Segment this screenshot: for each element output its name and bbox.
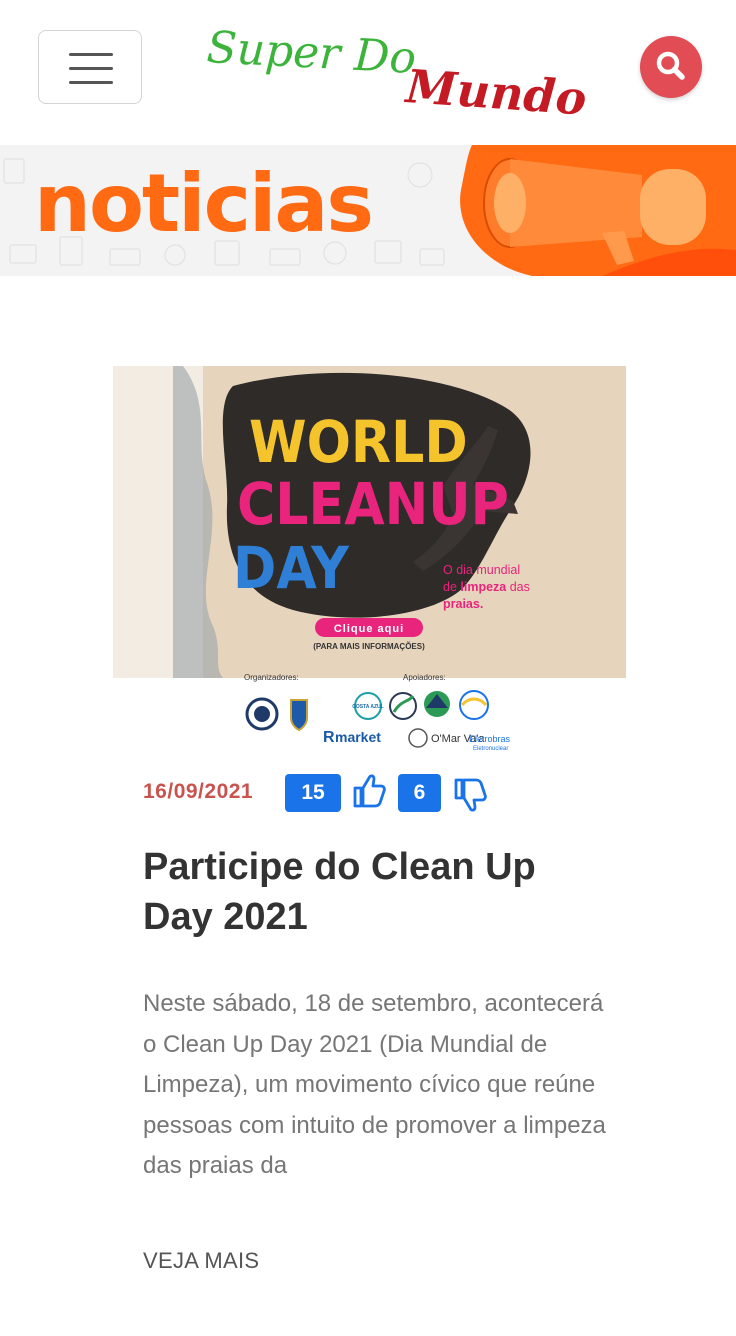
organizers-label: Organizadores: [244, 673, 299, 682]
image-subtitle-2: de limpeza das [443, 580, 530, 594]
article-title[interactable]: Participe do Clean Up Day 2021 [143, 842, 613, 942]
search-icon [656, 51, 685, 80]
article-date: 16/09/2021 [143, 780, 254, 803]
supporters-label: Apoiadores: [403, 673, 446, 682]
image-cta-sub: (PARA MAIS INFORMAÇÕES) [313, 642, 425, 651]
hamburger-icon [69, 53, 113, 56]
like-count: 15 [285, 774, 341, 812]
article-image[interactable]: WORLD CLEANUP DAY O dia mundial de limpe… [113, 366, 626, 756]
thumbs-up-icon[interactable] [352, 772, 386, 810]
hamburger-icon-line [69, 67, 113, 70]
site-logo[interactable]: Super Do Mundo [200, 14, 590, 124]
svg-text:Eletrobras: Eletrobras [469, 734, 511, 744]
image-headline-1: WORLD [249, 408, 468, 476]
article-excerpt: Neste sábado, 18 de setembro, acontecerá… [143, 990, 606, 1179]
read-more-link[interactable]: VEJA MAIS [143, 1248, 259, 1274]
dislike-count: 6 [398, 774, 441, 812]
svg-text:market: market [335, 729, 381, 745]
image-cta-label: Clique aqui [334, 623, 404, 635]
header: Super Do Mundo [0, 0, 736, 140]
image-subtitle-3: praias. [443, 597, 483, 611]
menu-button[interactable] [38, 30, 142, 104]
svg-text:COSTA AZUL: COSTA AZUL [352, 704, 383, 710]
image-headline-2: CLEANUP [237, 470, 509, 538]
megaphone-icon [460, 145, 736, 276]
logo-line2: Mundo [402, 59, 588, 124]
svg-text:Eletronuclear: Eletronuclear [473, 746, 508, 752]
hamburger-icon-line [69, 81, 113, 84]
search-button[interactable] [640, 36, 702, 98]
logo-line1: Super Do [205, 22, 417, 84]
svg-text:R: R [323, 729, 335, 746]
thumbs-down-icon[interactable] [453, 776, 487, 814]
banner-title: noticias [34, 157, 374, 250]
image-subtitle-1: O dia mundial [443, 563, 520, 577]
news-banner: noticias [0, 145, 736, 276]
image-headline-3: DAY [233, 534, 350, 602]
